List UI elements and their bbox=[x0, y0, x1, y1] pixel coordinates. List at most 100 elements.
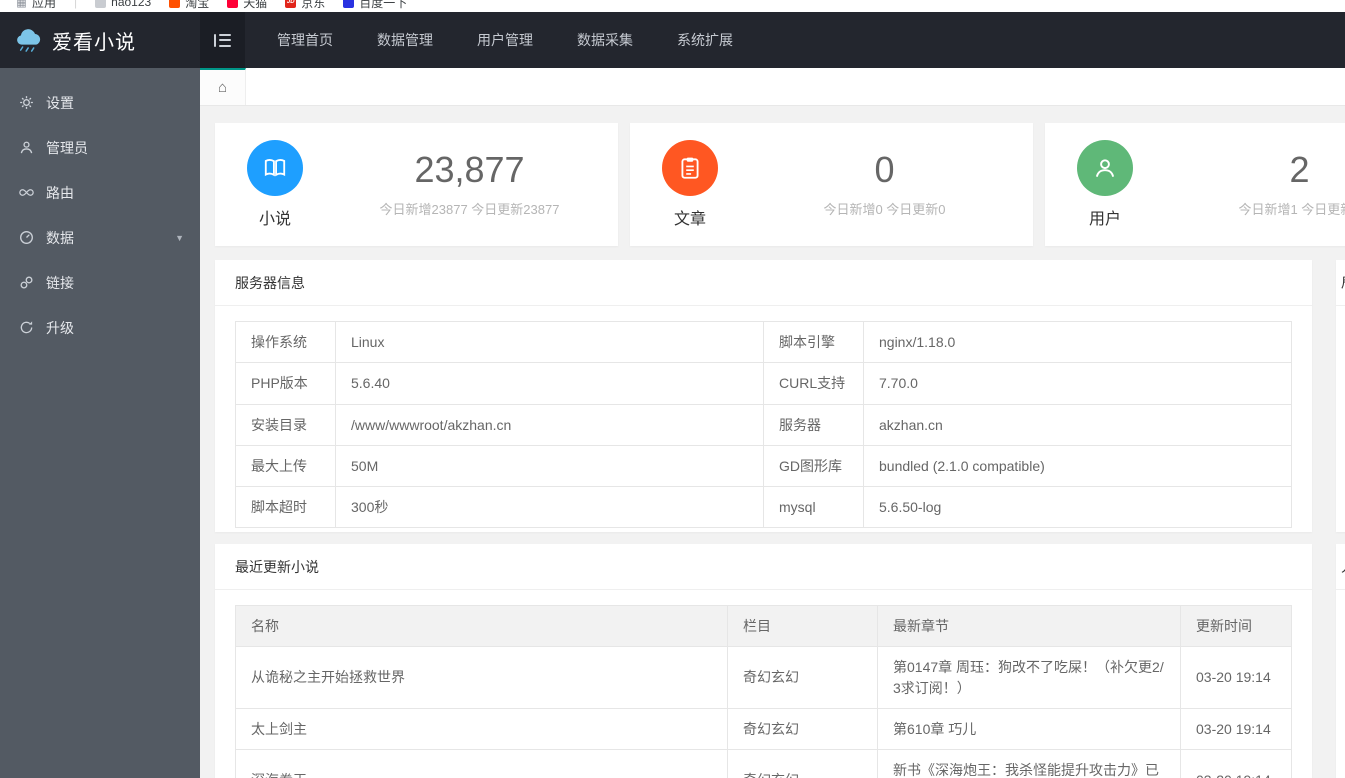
novel-category: 奇幻玄幻 bbox=[727, 707, 878, 751]
right-panel-partial-bottom: 人 bbox=[1336, 544, 1345, 778]
clipboard-icon bbox=[662, 140, 718, 196]
stat-icon-block: 用户 bbox=[1045, 123, 1151, 246]
user-icon bbox=[18, 140, 34, 156]
server-info-row: 最大上传 50M GD图形库 bundled (2.1.0 compatible) bbox=[235, 444, 1292, 488]
app-header: 爱看小说 管理首页 数据管理 用户管理 数据采集 系统扩展 bbox=[0, 12, 1345, 68]
server-info-label: 安装目录 bbox=[235, 403, 336, 446]
server-info-label: 操作系统 bbox=[235, 320, 336, 364]
bookmark-label: 京东 bbox=[301, 0, 326, 10]
server-info-table: 操作系统 Linux 脚本引擎 nginx/1.18.0 PHP版本 5.6.40 CURL… bbox=[235, 320, 1292, 529]
sidebar: 设置管理员路由数据 ▼ 链接 升级 bbox=[0, 68, 200, 778]
novel-category: 奇幻玄幻 bbox=[727, 646, 878, 709]
jd-icon: JD bbox=[285, 0, 297, 8]
bookmark-item[interactable]: ▦ 应用 bbox=[16, 0, 56, 11]
sidebar-item-data[interactable]: 数据 ▼ bbox=[0, 215, 200, 260]
book-icon bbox=[247, 140, 303, 196]
site-icon bbox=[227, 0, 239, 8]
server-info-value: 50M bbox=[335, 444, 764, 488]
sidebar-menu: 设置管理员路由数据 ▼ 链接 升级 bbox=[0, 68, 200, 350]
server-info-label: CURL支持 bbox=[763, 362, 864, 405]
browser-bookmarks-bar: ▦ 应用 | hao123 淘宝 天猫 JD 京东 百度一下 bbox=[0, 0, 1345, 12]
server-info-value: akzhan.cn bbox=[863, 403, 1292, 446]
server-info-label: GD图形库 bbox=[763, 444, 864, 488]
gear-icon bbox=[18, 95, 34, 111]
site-icon bbox=[343, 0, 355, 8]
recent-novels-table: 名称 栏目 最新章节 更新时间 从诡秘之主开始拯救世界 奇幻玄幻 第0147章 周珏：狗改… bbox=[235, 604, 1292, 778]
bookmark-label: 应用 bbox=[32, 0, 57, 10]
stat-value-block: 23,877 今日新增23877 今日更新23877 bbox=[321, 123, 618, 246]
novel-update-time: 03-20 19:14 bbox=[1180, 749, 1292, 778]
sidebar-item-label: 路由 bbox=[46, 184, 74, 201]
stat-subtext: 今日新增0 今日更新0 bbox=[823, 201, 946, 217]
server-info-label: 服务器 bbox=[763, 403, 864, 446]
app-title: 爱看小说 bbox=[52, 31, 136, 54]
data-icon bbox=[18, 230, 34, 246]
hamburger-icon bbox=[214, 33, 231, 47]
table-row: 太上剑主 奇幻玄幻 第610章 巧儿 03-20 19:14 bbox=[235, 707, 1292, 751]
stat-card-user: 用户 2 今日新增1 今日更新1 bbox=[1045, 123, 1345, 246]
sidebar-item-label: 数据 bbox=[46, 229, 74, 246]
nav-item-collect[interactable]: 数据采集 bbox=[555, 12, 655, 68]
menu-collapse-button[interactable] bbox=[200, 12, 245, 68]
novel-latest-chapter: 第0147章 周珏：狗改不了吃屎！（补欠更2/3求订阅！） bbox=[877, 646, 1181, 709]
cloud-rain-logo-icon bbox=[13, 28, 43, 52]
chevron-down-icon: ▼ bbox=[175, 232, 184, 243]
novel-category: 奇幻玄幻 bbox=[727, 749, 878, 778]
bookmark-item[interactable]: hao123 bbox=[95, 0, 151, 9]
column-header: 名称 bbox=[235, 604, 728, 648]
bookmark-item[interactable]: 淘宝 bbox=[169, 0, 209, 11]
apps-icon: ▦ bbox=[16, 0, 27, 9]
right-panel-title-fragment: 局 bbox=[1336, 260, 1345, 306]
sidebar-item-label: 设置 bbox=[46, 94, 74, 111]
server-info-row: 操作系统 Linux 脚本引擎 nginx/1.18.0 bbox=[235, 320, 1292, 364]
bookmarks-row: ▦ 应用 | hao123 淘宝 天猫 JD 京东 百度一下 bbox=[0, 0, 1345, 12]
bookmark-label: hao123 bbox=[111, 0, 152, 9]
right-panel-title-fragment: 人 bbox=[1336, 544, 1345, 590]
server-info-value: 300秒 bbox=[335, 486, 764, 529]
stat-icon-block: 文章 bbox=[630, 123, 736, 246]
novel-update-time: 03-20 19:14 bbox=[1180, 646, 1292, 709]
sidebar-item-admin[interactable]: 管理员 bbox=[0, 125, 200, 170]
recent-novels-panel: 最近更新小说 名称 栏目 最新章节 更新时间 从诡秘之主开始拯救世界 奇幻玄幻 第0147… bbox=[215, 544, 1312, 778]
server-info-value: 7.70.0 bbox=[863, 362, 1292, 405]
bookmark-label: 百度一下 bbox=[359, 0, 408, 10]
server-info-row: 脚本超时 300秒 mysql 5.6.50-log bbox=[235, 486, 1292, 529]
bookmark-item[interactable]: 天猫 bbox=[227, 0, 267, 11]
site-icon bbox=[95, 0, 107, 8]
app-logo[interactable]: 爱看小说 bbox=[0, 26, 200, 55]
site-icon bbox=[169, 0, 181, 8]
server-info-panel: 服务器信息 操作系统 Linux 脚本引擎 nginx/1.18.0 PHP版本 5.6.… bbox=[215, 260, 1312, 532]
nav-item-user[interactable]: 用户管理 bbox=[455, 12, 555, 68]
bookmark-item[interactable]: JD 京东 bbox=[285, 0, 325, 11]
server-info-label: PHP版本 bbox=[235, 362, 336, 405]
sidebar-item-settings[interactable]: 设置 bbox=[0, 80, 200, 125]
sidebar-item-link[interactable]: 链接 bbox=[0, 260, 200, 305]
table-header-row: 名称 栏目 最新章节 更新时间 bbox=[235, 604, 1292, 648]
table-row: 深海拳王奇幻玄幻新书《深海炮王：我杀怪能提升攻击力》已发03-20 19:14 bbox=[235, 749, 1292, 778]
server-info-label: 脚本引擎 bbox=[763, 320, 864, 364]
column-header: 更新时间 bbox=[1180, 604, 1292, 648]
novel-latest-chapter: 新书《深海炮王：我杀怪能提升攻击力》已发 bbox=[877, 749, 1181, 778]
bookmark-label: 淘宝 bbox=[185, 0, 210, 10]
stat-card-novel: 小说 23,877 今日新增23877 今日更新23877 bbox=[215, 123, 618, 246]
sidebar-item-label: 管理员 bbox=[46, 139, 88, 156]
bookmark-item[interactable]: 百度一下 bbox=[343, 0, 407, 11]
server-info-value: 5.6.40 bbox=[335, 362, 764, 405]
nav-item-data[interactable]: 数据管理 bbox=[355, 12, 455, 68]
route-icon bbox=[18, 185, 34, 201]
tab-home[interactable]: ⌂ bbox=[200, 68, 246, 105]
nav-item-home[interactable]: 管理首页 bbox=[255, 12, 355, 68]
stat-label: 用户 bbox=[1088, 211, 1121, 228]
tab-bar: ⌂ bbox=[200, 68, 1345, 106]
table-row: 从诡秘之主开始拯救世界 奇幻玄幻 第0147章 周珏：狗改不了吃屎！（补欠更2/3求… bbox=[235, 646, 1292, 709]
stat-value: 0 bbox=[874, 148, 895, 190]
home-icon: ⌂ bbox=[217, 79, 228, 96]
stat-value-block: 2 今日新增1 今日更新1 bbox=[1151, 123, 1345, 246]
sidebar-item-route[interactable]: 路由 bbox=[0, 170, 200, 215]
sidebar-item-upgrade[interactable]: 升级 bbox=[0, 305, 200, 350]
bookmark-label: 天猫 bbox=[243, 0, 268, 10]
server-info-value: /www/wwwroot/akzhan.cn bbox=[335, 403, 764, 446]
upgrade-icon bbox=[18, 320, 34, 336]
column-header: 栏目 bbox=[727, 604, 878, 648]
nav-item-extend[interactable]: 系统扩展 bbox=[655, 12, 755, 68]
